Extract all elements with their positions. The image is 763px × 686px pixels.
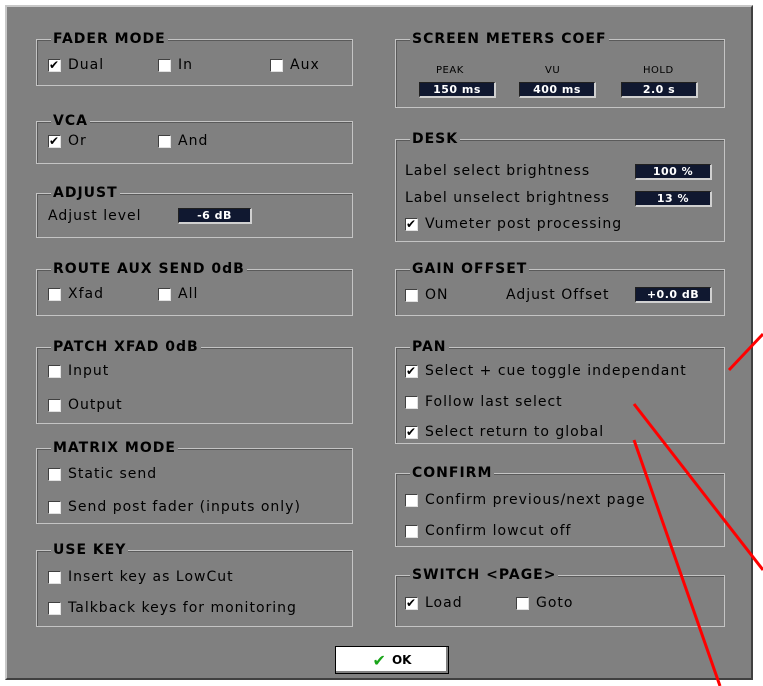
annotation-lines	[632, 332, 763, 686]
annotation-line-2	[632, 403, 763, 571]
annotation-line-1	[727, 332, 763, 372]
annotation-line-3	[632, 439, 722, 686]
